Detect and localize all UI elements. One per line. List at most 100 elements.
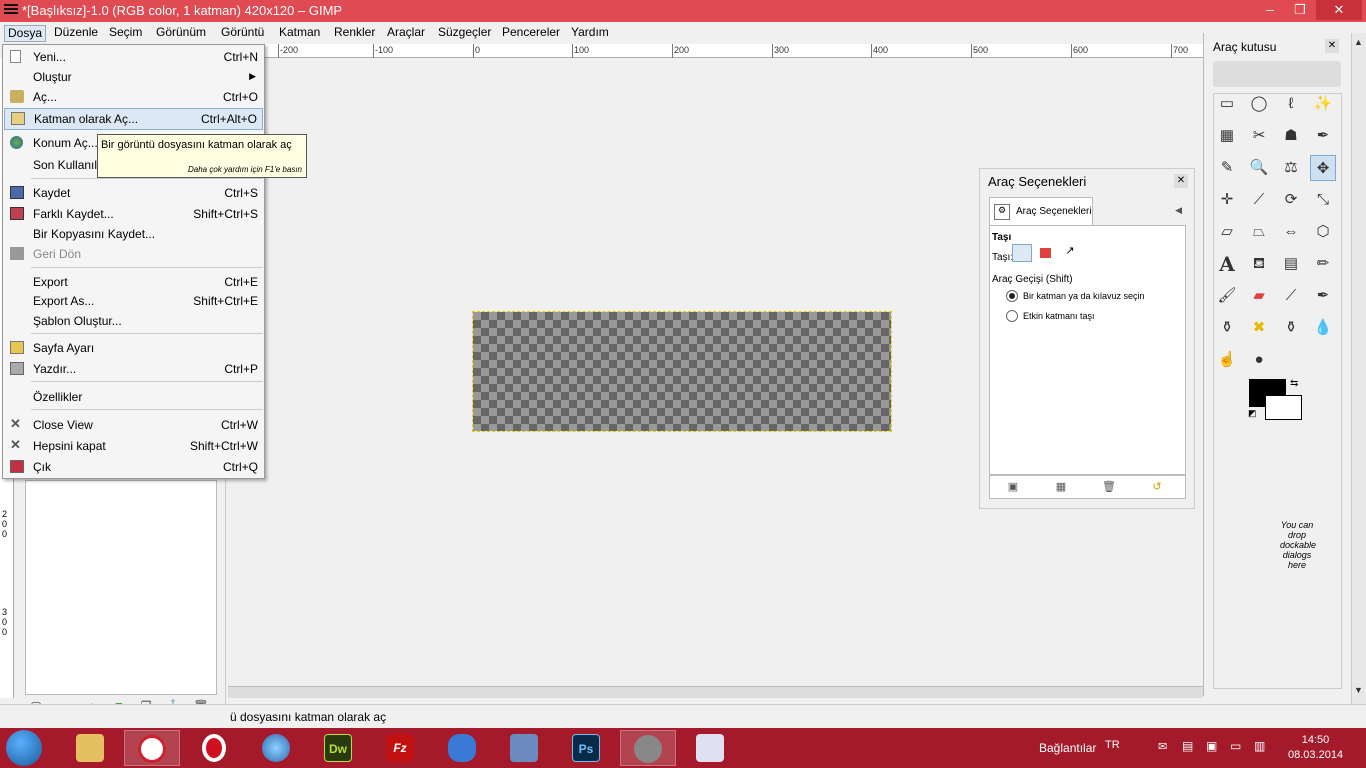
smudge-icon[interactable]: ☝ <box>1214 347 1240 373</box>
menu-yardim[interactable]: Yardım <box>568 25 612 42</box>
fuzzy-select-icon[interactable]: ✨ <box>1310 91 1336 117</box>
color-select-icon[interactable]: ▦ <box>1214 123 1240 149</box>
taskbar-gimp[interactable] <box>620 730 676 766</box>
menu-item-open-as-layer[interactable]: Katman olarak Aç... Ctrl+Alt+O <box>4 108 263 130</box>
horizontal-ruler[interactable]: -200 -100 0 100 200 300 400 500 600 700 <box>265 44 1203 58</box>
menu-item-print[interactable]: Yazdır... Ctrl+P <box>4 359 263 379</box>
menu-gorunum[interactable]: Görünüm <box>153 25 209 42</box>
scissors-icon[interactable]: ✂ <box>1246 123 1272 149</box>
zoom-icon[interactable]: 🔍 <box>1246 155 1272 181</box>
taskbar-explorer[interactable] <box>62 730 118 766</box>
move-path-mode-icon[interactable]: ↗ <box>1060 244 1080 262</box>
move-layer-mode-icon[interactable] <box>1012 244 1032 262</box>
paintbrush-icon[interactable]: 🖌 <box>1214 283 1240 309</box>
radio-active-layer[interactable] <box>1006 310 1018 322</box>
shear-icon[interactable]: ▱ <box>1214 219 1240 245</box>
rotate-icon[interactable]: ⟳ <box>1278 187 1304 213</box>
start-button[interactable] <box>6 730 42 766</box>
taskbar-opera[interactable] <box>186 730 242 766</box>
taskbar-filezilla[interactable]: Fz <box>372 730 428 766</box>
menu-item-new[interactable]: Yeni... Ctrl+N <box>4 47 263 67</box>
tab-tool-options[interactable]: ⚙ Araç Seçenekleri <box>989 197 1093 225</box>
menu-renkler[interactable]: Renkler <box>331 25 378 42</box>
network-status-icon[interactable]: ▥ <box>1254 739 1265 753</box>
free-select-icon[interactable]: ℓ <box>1278 91 1304 117</box>
maximize-button[interactable]: ❐ <box>1286 0 1314 20</box>
close-dock-icon[interactable]: ✕ <box>1174 174 1188 188</box>
menu-dosya[interactable]: Dosya <box>4 25 47 42</box>
menu-suzgecler[interactable]: Süzgeçler <box>435 25 494 42</box>
menu-araclar[interactable]: Araçlar <box>384 25 428 42</box>
menu-duzenle[interactable]: Düzenle <box>51 25 101 42</box>
gimp-app-icon[interactable] <box>4 4 18 18</box>
blend-icon[interactable]: ▤ <box>1278 251 1304 277</box>
display-icon[interactable]: ▭ <box>1230 739 1241 753</box>
delete-options-icon[interactable]: 🗑 <box>1102 480 1116 494</box>
menu-item-quit[interactable]: Çık Ctrl+Q <box>4 457 263 477</box>
menu-item-close-view[interactable]: ✕ Close View Ctrl+W <box>4 415 263 435</box>
perspective-icon[interactable]: ⏢ <box>1246 219 1272 245</box>
background-color-swatch[interactable] <box>1265 395 1302 420</box>
dodge-burn-icon[interactable]: ● <box>1246 347 1272 373</box>
blur-icon[interactable]: 💧 <box>1310 315 1336 341</box>
crop-icon[interactable]: ⟋ <box>1246 187 1272 213</box>
radio-pick-layer[interactable] <box>1006 290 1018 302</box>
align-icon[interactable]: ✛ <box>1214 187 1240 213</box>
menu-item-export-as[interactable]: Export As... Shift+Ctrl+E <box>4 291 263 311</box>
save-options-icon[interactable]: ▣ <box>1006 480 1020 494</box>
menu-item-save[interactable]: Kaydet Ctrl+S <box>4 183 263 203</box>
menu-item-page-setup[interactable]: Sayfa Ayarı <box>4 338 263 358</box>
menu-item-save-as[interactable]: Farklı Kaydet... Shift+Ctrl+S <box>4 204 263 224</box>
minimize-button[interactable]: – <box>1256 0 1284 20</box>
tab-menu-icon[interactable]: ◀ <box>1175 205 1182 216</box>
clipboard-icon[interactable]: ▣ <box>1206 739 1217 753</box>
taskbar-browser[interactable] <box>248 730 304 766</box>
text-icon[interactable]: A <box>1214 251 1240 277</box>
vertical-scrollbar[interactable]: ▲ ▼ <box>1351 33 1366 704</box>
menu-item-open[interactable]: Aç... Ctrl+O <box>4 87 263 107</box>
taskbar-app-paint[interactable] <box>682 730 738 766</box>
rect-select-icon[interactable]: ▭ <box>1214 91 1240 117</box>
menu-item-create-template[interactable]: Şablon Oluştur... <box>4 311 263 331</box>
taskbar-dreamweaver[interactable]: Dw <box>310 730 366 766</box>
language-indicator[interactable]: TR <box>1105 739 1120 751</box>
ellipse-select-icon[interactable]: ◯ <box>1246 91 1272 117</box>
scroll-up-icon[interactable]: ▲ <box>1354 37 1363 47</box>
menu-pencereler[interactable]: Pencereler <box>499 25 563 42</box>
tray-label[interactable]: Bağlantılar <box>1039 741 1096 755</box>
move-icon[interactable]: ✥ <box>1310 155 1336 181</box>
paths-icon[interactable]: ✒ <box>1310 123 1336 149</box>
restore-options-icon[interactable]: ▦ <box>1054 480 1068 494</box>
menu-item-close-all[interactable]: ✕ Hepsini kapat Shift+Ctrl+W <box>4 436 263 456</box>
taskbar-photoshop[interactable]: Ps <box>558 730 614 766</box>
move-selection-mode-icon[interactable] <box>1036 244 1056 262</box>
clone-icon[interactable]: ⚱ <box>1214 315 1240 341</box>
taskbar-app-blue[interactable] <box>434 730 490 766</box>
taskbar-app-network[interactable] <box>496 730 552 766</box>
cage-icon[interactable]: ⬡ <box>1310 219 1336 245</box>
pencil-icon[interactable]: ✏ <box>1310 251 1336 277</box>
swap-colors-icon[interactable]: ⇆ <box>1290 378 1298 389</box>
taskbar-app-eye[interactable] <box>124 730 180 766</box>
mail-icon[interactable]: ✉ <box>1158 740 1167 753</box>
color-picker-icon[interactable]: ✎ <box>1214 155 1240 181</box>
scroll-down-icon[interactable]: ▼ <box>1354 685 1363 695</box>
airbrush-icon[interactable]: ⟋ <box>1278 283 1304 309</box>
close-button[interactable]: ✕ <box>1316 0 1362 20</box>
measure-icon[interactable]: ⚖ <box>1278 155 1304 181</box>
scale-icon[interactable]: ⤡ <box>1310 187 1336 213</box>
menu-katman[interactable]: Katman <box>276 25 323 42</box>
radio-pick-layer-label[interactable]: Bir katman ya da kılavuz seçin <box>1023 291 1145 301</box>
menu-item-save-copy[interactable]: Bir Kopyasını Kaydet... <box>4 224 263 244</box>
close-toolbox-icon[interactable]: ✕ <box>1325 39 1339 53</box>
layers-list[interactable] <box>25 480 217 695</box>
reset-options-icon[interactable]: ↺ <box>1150 480 1164 494</box>
horizontal-scrollbar[interactable] <box>228 686 1203 698</box>
radio-active-layer-label[interactable]: Etkin katmanı taşı <box>1023 311 1095 321</box>
foreground-select-icon[interactable]: ☗ <box>1278 123 1304 149</box>
heal-icon[interactable]: ✖ <box>1246 315 1272 341</box>
bucket-fill-icon[interactable]: ⛾ <box>1246 251 1272 277</box>
menu-goruntu[interactable]: Görüntü <box>218 25 267 42</box>
menu-secim[interactable]: Seçim <box>106 25 145 42</box>
flip-icon[interactable]: ⇔ <box>1278 219 1304 245</box>
